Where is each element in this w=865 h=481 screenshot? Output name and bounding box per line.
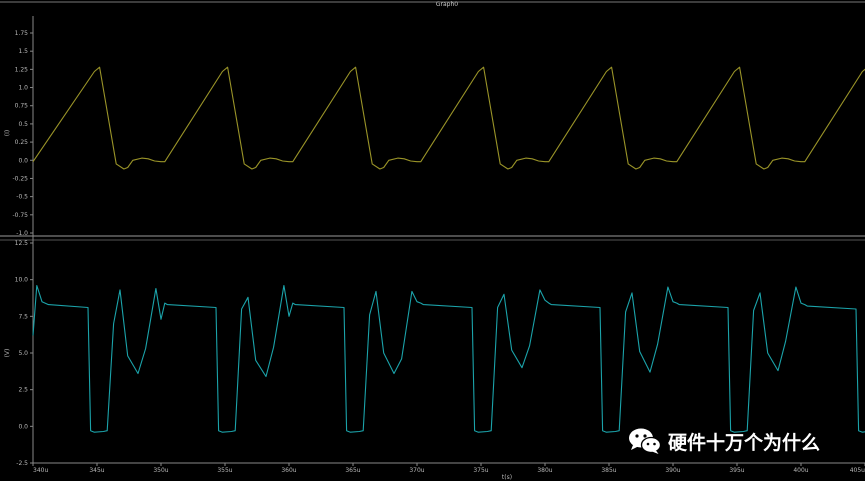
x-tick-label: 395u xyxy=(729,467,744,474)
x-tick-label: 360u xyxy=(281,467,296,474)
chart-title: Graph0 xyxy=(436,1,458,8)
y-tick-label-2: 5.0 xyxy=(18,350,28,357)
x-tick-label: 365u xyxy=(345,467,360,474)
y-tick-label-1: 0.75 xyxy=(15,103,29,110)
x-tick-label: 375u xyxy=(473,467,488,474)
oscilloscope-chart: -1.0 -0.75 -0.5 -0.25 0.0 0.25 0.5 0.75 1.0 1.25 1… xyxy=(0,1,865,481)
wechat-icon xyxy=(628,427,662,455)
y-tick-label-1: -1.0 xyxy=(16,230,28,237)
x-axis-label: t(s) xyxy=(502,474,512,481)
watermark: 硬件十万个为什么 xyxy=(628,426,820,456)
y-tick-label-1: 1.0 xyxy=(18,85,28,92)
series-line-1-1 xyxy=(32,66,865,170)
y-tick-label-1: 1.5 xyxy=(18,48,28,55)
x-tick-label: 390u xyxy=(665,467,680,474)
y-tick-label-2: 10.0 xyxy=(15,277,29,284)
y-axis-label-2: (V) xyxy=(4,349,11,358)
x-tick-label: 345u xyxy=(89,467,104,474)
y-tick-label-2: 12.5 xyxy=(15,240,29,247)
y-tick-label-2: -2.5 xyxy=(16,460,28,467)
y-tick-label-1: 0.0 xyxy=(18,157,28,164)
x-tick-label: 370u xyxy=(409,467,424,474)
y-tick-label-1: 0.25 xyxy=(15,139,29,146)
y-tick-label-2: 7.5 xyxy=(18,313,28,320)
y-tick-label-1: -0.75 xyxy=(12,212,28,219)
x-tick-label: 350u xyxy=(153,467,168,474)
y-axis-label-1: (I) xyxy=(4,130,11,136)
x-tick-label: 400u xyxy=(793,467,808,474)
x-tick-label: 385u xyxy=(601,467,616,474)
y-tick-label-2: 0.0 xyxy=(18,423,28,430)
series-line-2-1 xyxy=(32,284,865,433)
y-tick-label-2: 2.5 xyxy=(18,387,28,394)
x-tick-label: 405u xyxy=(850,467,865,474)
x-tick-label: 380u xyxy=(537,467,552,474)
watermark-text: 硬件十万个为什么 xyxy=(668,431,821,454)
y-tick-label-1: 1.25 xyxy=(15,66,29,73)
y-tick-label-1: -0.5 xyxy=(16,194,28,201)
x-tick-label: 340u xyxy=(33,467,48,474)
y-tick-label-1: 1.75 xyxy=(15,30,29,37)
y-tick-label-1: 0.5 xyxy=(18,121,28,128)
y-tick-label-1: -0.25 xyxy=(12,175,28,182)
x-tick-label: 355u xyxy=(217,467,232,474)
